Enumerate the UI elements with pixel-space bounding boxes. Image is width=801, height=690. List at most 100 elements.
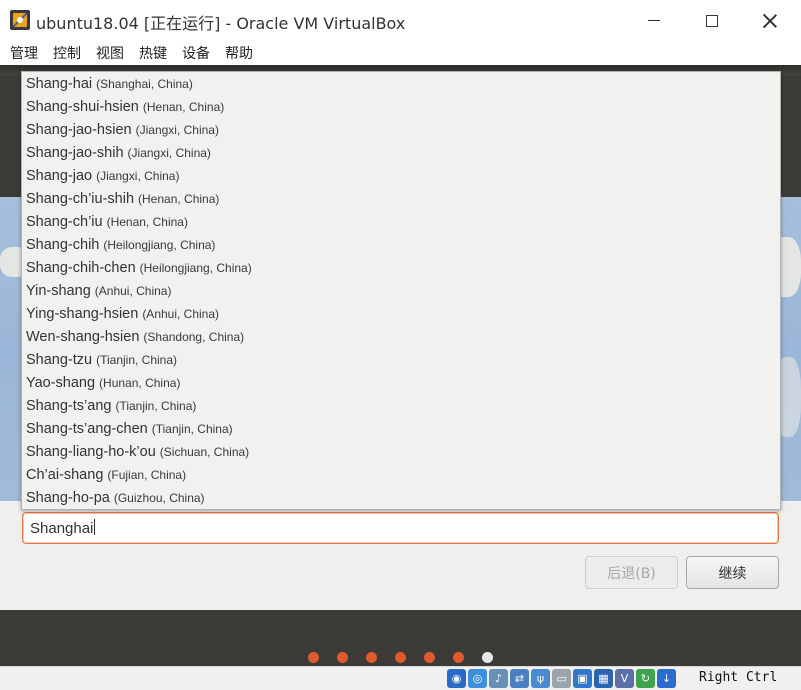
keyboard-capture-icon[interactable]: ↓ xyxy=(657,669,676,688)
timezone-suggestion-item[interactable]: Shang-jao-shih (Jiangxi, China) xyxy=(22,141,780,164)
suggestion-city-name: Shang-ho-pa xyxy=(26,489,110,506)
hard-disk-icon[interactable]: ◉ xyxy=(447,669,466,688)
suggestion-region: (Sichuan, China) xyxy=(159,444,250,459)
progress-dot xyxy=(366,652,377,663)
suggestion-region: (Guizhou, China) xyxy=(113,490,205,505)
timezone-suggestion-item[interactable]: Shang-tzu (Tianjin, China) xyxy=(22,348,780,371)
menu-hotkeys[interactable]: 热键 xyxy=(138,43,168,63)
suggestion-city-name: Shang-jao xyxy=(26,167,93,184)
window-title: ubuntu18.04 [正在运行] - Oracle VM VirtualBo… xyxy=(36,14,406,33)
suggestion-city-name: Shang-jao-hsien xyxy=(26,121,132,138)
statusbar-device-icons: ◉ ◎ ♪ ⇄ ψ ▭ ▣ ▦ V ↻ ↓ xyxy=(447,669,676,688)
timezone-suggestion-item[interactable]: Shang-jao-hsien (Jiangxi, China) xyxy=(22,118,780,141)
text-caret xyxy=(94,519,96,535)
suggestion-city-name: Shang-ch’iu xyxy=(26,213,103,230)
audio-icon[interactable]: ♪ xyxy=(489,669,508,688)
virtualization-icon[interactable]: V xyxy=(615,669,634,688)
timezone-suggestion-item[interactable]: Shang-ts’ang-chen (Tianjin, China) xyxy=(22,417,780,440)
menu-manage[interactable]: 管理 xyxy=(9,43,39,63)
suggestion-region: (Henan, China) xyxy=(138,191,220,206)
suggestion-city-name: Yin-shang xyxy=(26,282,91,299)
menu-control[interactable]: 控制 xyxy=(52,43,82,63)
suggestion-city-name: Wen-shang-hsien xyxy=(26,328,140,345)
suggestion-region: (Shandong, China) xyxy=(143,329,245,344)
timezone-suggestion-item[interactable]: Shang-hai (Shanghai, China) xyxy=(22,72,780,95)
timezone-input-value: Shanghai xyxy=(30,520,94,537)
menu-view[interactable]: 视图 xyxy=(95,43,125,63)
suggestion-city-name: Shang-jao-shih xyxy=(26,144,124,161)
timezone-suggestion-item[interactable]: Wen-shang-hsien (Shandong, China) xyxy=(22,325,780,348)
suggestion-region: (Jiangxi, China) xyxy=(127,145,211,160)
timezone-suggestion-item[interactable]: Ying-shang-hsien (Anhui, China) xyxy=(22,302,780,325)
suggestion-region: (Henan, China) xyxy=(106,214,188,229)
virtualbox-app-icon xyxy=(10,10,30,30)
suggestion-city-name: Shang-chih-chen xyxy=(26,259,136,276)
suggestion-region: (Tianjin, China) xyxy=(96,352,178,367)
progress-dot xyxy=(337,652,348,663)
installer-progress-dots xyxy=(308,652,493,663)
timezone-suggestion-item[interactable]: Ch’ai-shang (Fujian, China) xyxy=(22,463,780,486)
suggestion-region: (Tianjin, China) xyxy=(151,421,233,436)
vm-statusbar: ◉ ◎ ♪ ⇄ ψ ▭ ▣ ▦ V ↻ ↓ Right Ctrl xyxy=(0,666,801,690)
window-titlebar[interactable]: ubuntu18.04 [正在运行] - Oracle VM VirtualBo… xyxy=(0,0,801,41)
maximize-icon xyxy=(706,14,718,27)
suggestion-city-name: Shang-ch’iu-shih xyxy=(26,190,135,207)
suggestion-city-name: Yao-shang xyxy=(26,374,96,391)
progress-dot xyxy=(424,652,435,663)
timezone-suggestion-item[interactable]: Yin-shang (Anhui, China) xyxy=(22,279,780,302)
network-icon[interactable]: ⇄ xyxy=(510,669,529,688)
suggestion-region: (Anhui, China) xyxy=(94,283,172,298)
progress-dot xyxy=(395,652,406,663)
timezone-suggestions-dropdown: Shang-hai (Shanghai, China) Shang-shui-hsi… xyxy=(21,71,781,510)
menu-bar: 管理 控制 视图 热键 设备 帮助 xyxy=(0,41,801,65)
menu-devices[interactable]: 设备 xyxy=(181,43,211,63)
timezone-suggestion-item[interactable]: Yao-shang (Hunan, China) xyxy=(22,371,780,394)
back-button[interactable]: 后退(B) xyxy=(585,556,678,589)
timezone-suggestion-item[interactable]: Shang-shui-hsien (Henan, China) xyxy=(22,95,780,118)
shared-folders-icon[interactable]: ▭ xyxy=(552,669,571,688)
display-icon[interactable]: ▣ xyxy=(573,669,592,688)
suggestion-city-name: Ying-shang-hsien xyxy=(26,305,139,322)
progress-dot xyxy=(453,652,464,663)
suggestion-city-name: Shang-hai xyxy=(26,75,93,92)
video-capture-icon[interactable]: ▦ xyxy=(594,669,613,688)
timezone-suggestion-item[interactable]: Shang-chih (Heilongjiang, China) xyxy=(22,233,780,256)
close-button[interactable] xyxy=(747,0,793,41)
timezone-suggestion-item[interactable]: Shang-jao (Jiangxi, China) xyxy=(22,164,780,187)
menu-help[interactable]: 帮助 xyxy=(224,43,254,63)
suggestion-region: (Henan, China) xyxy=(142,99,225,114)
timezone-suggestion-item[interactable]: Shang-ts’ang (Tianjin, China) xyxy=(22,394,780,417)
usb-icon[interactable]: ψ xyxy=(531,669,550,688)
continue-button[interactable]: 继续 xyxy=(686,556,779,589)
mouse-integration-icon[interactable]: ↻ xyxy=(636,669,655,688)
suggestion-region: (Heilongjiang, China) xyxy=(103,237,216,252)
suggestion-city-name: Shang-chih xyxy=(26,236,100,253)
suggestion-city-name: Shang-ts’ang-chen xyxy=(26,420,148,437)
suggestion-region: (Tianjin, China) xyxy=(115,398,197,413)
suggestion-region: (Jiangxi, China) xyxy=(135,122,219,137)
suggestion-region: (Jiangxi, China) xyxy=(96,168,180,183)
optical-drive-icon[interactable]: ◎ xyxy=(468,669,487,688)
suggestion-city-name: Ch’ai-shang xyxy=(26,466,104,483)
suggestion-city-name: Shang-shui-hsien xyxy=(26,98,139,115)
minimize-button[interactable] xyxy=(631,0,677,41)
host-key-label: Right Ctrl xyxy=(699,670,778,685)
suggestion-region: (Anhui, China) xyxy=(142,306,220,321)
suggestion-region: (Heilongjiang, China) xyxy=(139,260,252,275)
suggestion-city-name: Shang-ts’ang xyxy=(26,397,112,414)
suggestion-city-name: Shang-liang-ho-k’ou xyxy=(26,443,156,460)
timezone-suggestion-item[interactable]: Shang-ho-pa (Guizhou, China) xyxy=(22,486,780,509)
minimize-icon xyxy=(648,20,660,21)
progress-dot xyxy=(308,652,319,663)
timezone-suggestion-item[interactable]: Shang-chih-chen (Heilongjiang, China) xyxy=(22,256,780,279)
timezone-suggestion-item[interactable]: Shang-ch’iu-shih (Henan, China) xyxy=(22,187,780,210)
suggestion-city-name: Shang-tzu xyxy=(26,351,93,368)
progress-dot xyxy=(482,652,493,663)
suggestion-region: (Shanghai, China) xyxy=(96,76,193,91)
suggestion-region: (Fujian, China) xyxy=(107,467,187,482)
timezone-suggestion-item[interactable]: Shang-liang-ho-k’ou (Sichuan, China) xyxy=(22,440,780,463)
timezone-suggestion-item[interactable]: Shang-ch’iu (Henan, China) xyxy=(22,210,780,233)
maximize-button[interactable] xyxy=(689,0,735,41)
suggestion-region: (Hunan, China) xyxy=(99,375,181,390)
timezone-search-input[interactable]: Shanghai xyxy=(22,512,779,544)
